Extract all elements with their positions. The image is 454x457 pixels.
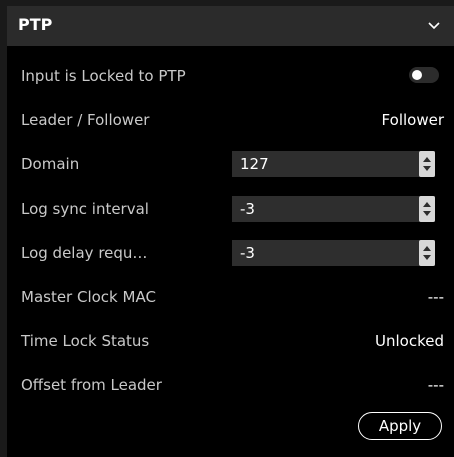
input-locked-toggle[interactable] (409, 67, 439, 83)
log-delay-request-value[interactable]: -3 (240, 244, 255, 262)
log-sync-interval-stepper[interactable]: -3 (232, 196, 435, 222)
master-clock-mac-label: Master Clock MAC (21, 288, 156, 306)
leader-follower-value: Follower (381, 111, 444, 129)
master-clock-mac-value: --- (427, 288, 444, 306)
input-locked-label: Input is Locked to PTP (21, 67, 186, 85)
leader-follower-label: Leader / Follower (21, 111, 150, 129)
spin-arrows-icon (423, 202, 431, 216)
offset-from-leader-value: --- (427, 376, 444, 394)
log-delay-request-stepper[interactable]: -3 (232, 240, 435, 266)
log-sync-interval-spin-button[interactable] (419, 196, 435, 222)
ptp-panel: PTP Input is Locked to PTP Leader / Foll… (7, 6, 454, 457)
apply-button[interactable]: Apply (358, 412, 442, 440)
section-title: PTP (18, 15, 53, 34)
domain-value[interactable]: 127 (240, 155, 269, 173)
time-lock-status-label: Time Lock Status (21, 332, 150, 350)
log-delay-request-label: Log delay requ… (21, 244, 148, 262)
log-sync-interval-value[interactable]: -3 (240, 200, 255, 218)
time-lock-status-value: Unlocked (375, 332, 444, 350)
domain-stepper[interactable]: 127 (232, 151, 435, 177)
spin-arrows-icon (423, 157, 431, 171)
domain-label: Domain (21, 155, 80, 173)
chevron-down-icon[interactable] (426, 17, 442, 33)
section-header[interactable]: PTP (7, 6, 454, 46)
toggle-knob (412, 70, 422, 80)
log-delay-request-spin-button[interactable] (419, 240, 435, 266)
spin-arrows-icon (423, 246, 431, 260)
log-sync-interval-label: Log sync interval (21, 200, 149, 218)
domain-spin-button[interactable] (419, 151, 435, 177)
offset-from-leader-label: Offset from Leader (21, 376, 162, 394)
